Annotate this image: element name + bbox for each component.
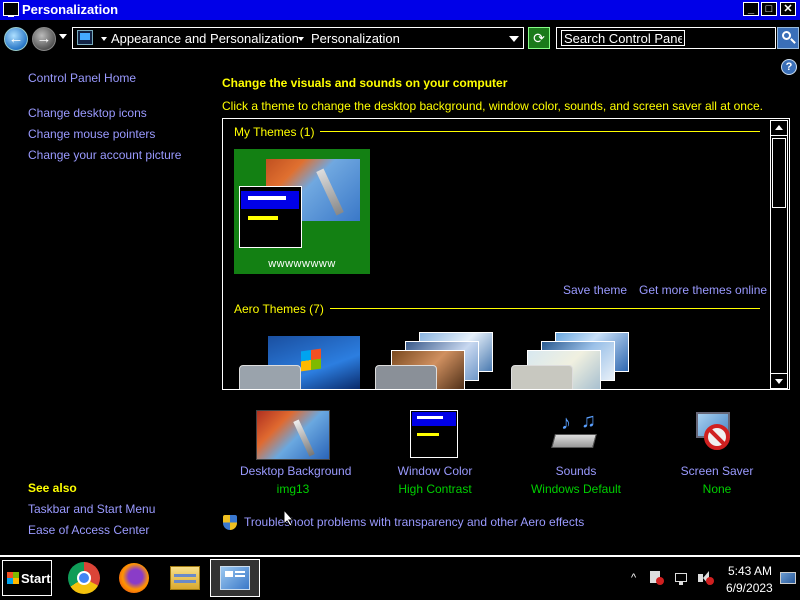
sounds-value: Windows Default xyxy=(530,482,622,496)
back-arrow-icon: ← xyxy=(8,30,24,47)
group-divider xyxy=(326,308,760,309)
window-color-label: Window Color xyxy=(397,464,473,478)
change-desktop-icons-link[interactable]: Change desktop icons xyxy=(28,106,147,120)
address-bar[interactable]: Appearance and Personalization Personali… xyxy=(72,27,524,49)
control-panel-window-icon xyxy=(3,2,19,17)
volume-muted-icon[interactable] xyxy=(698,571,714,585)
theme-window-bar xyxy=(248,216,278,220)
scroll-up-button[interactable] xyxy=(770,120,788,136)
breadcrumb-personalization[interactable]: Personalization xyxy=(311,31,400,46)
clock-time[interactable]: 5:43 AM xyxy=(728,564,772,578)
desktop-background-value: img13 xyxy=(276,482,310,496)
recent-pages-dropdown[interactable] xyxy=(59,34,67,39)
window-color-icon xyxy=(410,410,458,458)
chevron-down-icon[interactable] xyxy=(101,37,107,41)
window-color-button[interactable]: Window Color High Contrast xyxy=(382,404,488,496)
start-button[interactable]: Start xyxy=(2,560,52,596)
taskbar-start-menu-link[interactable]: Taskbar and Start Menu xyxy=(28,502,155,516)
aero-theme-windows[interactable] xyxy=(239,336,361,389)
search-input[interactable] xyxy=(561,30,685,46)
desktop-background-icon xyxy=(256,410,330,460)
aero-theme-architecture[interactable] xyxy=(375,332,495,389)
back-button[interactable]: ← xyxy=(4,27,28,51)
theme-window-bar xyxy=(248,196,286,200)
screen-saver-button[interactable]: Screen Saver None xyxy=(664,404,770,496)
screen-saver-label: Screen Saver xyxy=(680,464,754,478)
firefox-icon xyxy=(119,563,149,593)
refresh-button[interactable]: ⟳ xyxy=(528,27,550,49)
change-account-picture-link[interactable]: Change your account picture xyxy=(28,148,181,162)
my-themes-group-label: My Themes (1) xyxy=(234,125,321,139)
action-center-icon[interactable] xyxy=(650,571,664,585)
windows-logo-icon xyxy=(301,348,321,372)
aero-themes-group-label: Aero Themes (7) xyxy=(234,302,330,316)
folder-icon xyxy=(170,566,200,590)
scroll-down-button[interactable] xyxy=(770,373,788,389)
change-mouse-pointers-link[interactable]: Change mouse pointers xyxy=(28,127,155,141)
breadcrumb-appearance[interactable]: Appearance and Personalization xyxy=(111,31,299,46)
troubleshoot-aero-link[interactable]: Troubleshoot problems with transparency … xyxy=(244,515,584,529)
address-dropdown-icon[interactable] xyxy=(509,36,519,42)
ease-of-access-link[interactable]: Ease of Access Center xyxy=(28,523,149,537)
chrome-taskbar-button[interactable] xyxy=(60,560,108,596)
get-more-themes-link[interactable]: Get more themes online xyxy=(639,283,767,297)
theme-window-titlebar xyxy=(241,191,299,209)
page-subheading: Click a theme to change the desktop back… xyxy=(222,99,763,113)
clock-date[interactable]: 6/9/2023 xyxy=(726,581,773,595)
page-heading: Change the visuals and sounds on your co… xyxy=(222,76,508,90)
aero-theme-characters[interactable] xyxy=(511,332,631,389)
control-panel-taskbar-button[interactable] xyxy=(210,559,260,597)
forward-button[interactable]: → xyxy=(32,27,56,51)
my-theme-name: wwwwwwww xyxy=(268,258,336,270)
show-hidden-icons-button[interactable]: ^ xyxy=(631,572,636,584)
forward-arrow-icon: → xyxy=(36,30,52,47)
desktop-background-label: Desktop Background xyxy=(240,464,352,478)
desktop-background-button[interactable]: Desktop Background img13 xyxy=(240,404,352,496)
window-color-value: High Contrast xyxy=(398,482,472,496)
network-icon[interactable] xyxy=(675,571,691,585)
save-theme-link[interactable]: Save theme xyxy=(563,283,627,297)
file-explorer-taskbar-button[interactable] xyxy=(160,560,208,596)
screen-saver-icon xyxy=(692,410,740,458)
group-divider xyxy=(318,131,760,132)
control-panel-icon xyxy=(77,30,93,45)
search-box[interactable] xyxy=(556,27,776,49)
shield-icon xyxy=(223,515,237,531)
sounds-icon: ♪ ♫ xyxy=(551,410,601,458)
title-bar xyxy=(0,0,800,20)
see-also-heading: See also xyxy=(28,481,77,495)
firefox-taskbar-button[interactable] xyxy=(110,560,158,596)
control-panel-icon xyxy=(220,566,250,590)
sounds-button[interactable]: ♪ ♫ Sounds Windows Default xyxy=(523,404,629,496)
windows-logo-icon xyxy=(7,572,19,584)
refresh-icon: ⟳ xyxy=(533,30,545,46)
help-button[interactable]: ? xyxy=(781,59,797,75)
control-panel-home-link[interactable]: Control Panel Home xyxy=(28,71,136,85)
search-icon[interactable] xyxy=(777,27,799,49)
maximize-button[interactable]: □ xyxy=(761,2,777,16)
sounds-label: Sounds xyxy=(555,464,597,478)
screen-saver-value: None xyxy=(702,482,732,496)
start-label: Start xyxy=(21,571,51,586)
close-button[interactable]: ✕ xyxy=(780,2,796,16)
scrollbar-thumb[interactable] xyxy=(772,138,786,208)
window-title: Personalization xyxy=(22,2,119,17)
minimize-button[interactable]: _ xyxy=(743,2,759,16)
chevron-down-icon[interactable] xyxy=(298,37,304,41)
show-desktop-icon[interactable] xyxy=(780,572,796,584)
